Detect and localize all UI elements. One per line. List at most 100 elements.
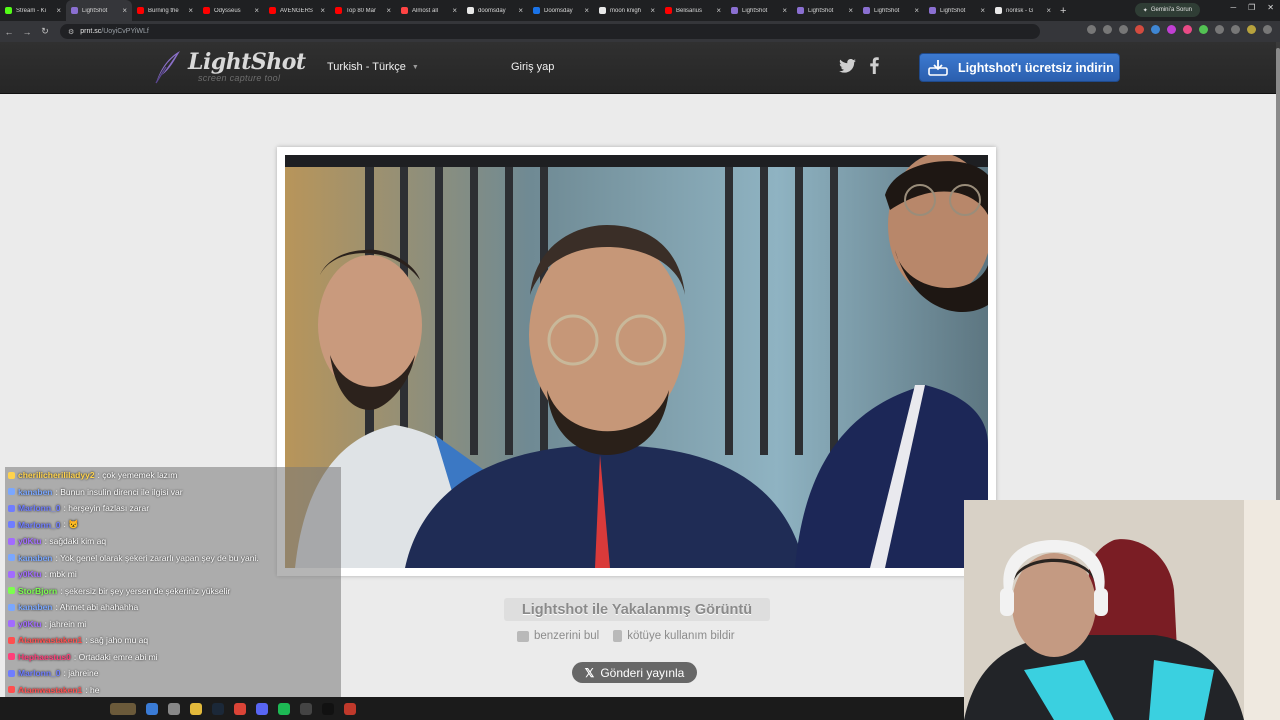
browser-tab[interactable]: Top 80 Mar ×	[330, 0, 396, 21]
steam-icon[interactable]	[212, 702, 224, 715]
browser-tab[interactable]: Almost all ×	[396, 0, 462, 21]
chat-badge-icon	[8, 686, 15, 694]
minimize-icon[interactable]: ─	[1230, 3, 1236, 12]
chat-username[interactable]: Marlonn_0	[18, 503, 61, 513]
tab-close-icon[interactable]: ×	[782, 6, 787, 15]
tab-close-icon[interactable]: ×	[1046, 6, 1051, 15]
login-link[interactable]: Giriş yap	[511, 61, 554, 73]
extension-icon[interactable]	[1183, 25, 1192, 34]
spotify-icon[interactable]	[278, 702, 290, 715]
close-icon[interactable]: ✕	[1267, 3, 1274, 12]
browser-tab[interactable]: AVENGERS ×	[264, 0, 330, 21]
extension-icon[interactable]	[1151, 25, 1160, 34]
tab-close-icon[interactable]: ×	[980, 6, 985, 15]
tab-close-icon[interactable]: ×	[56, 6, 61, 15]
browser-tab[interactable]: norilsk - G ×	[990, 0, 1056, 21]
puzzle-icon[interactable]	[1215, 25, 1224, 34]
gemini-button[interactable]: ✦ Gemini'a Sorun	[1134, 3, 1200, 17]
tab-close-icon[interactable]: ×	[254, 6, 259, 15]
extension-icon[interactable]	[1167, 25, 1176, 34]
maximize-icon[interactable]: ❐	[1248, 3, 1255, 12]
browser-tab[interactable]: LightShot ×	[924, 0, 990, 21]
back-icon[interactable]: ←	[0, 27, 18, 37]
chat-username[interactable]: y0Ktu	[18, 536, 42, 546]
language-select[interactable]: Turkish - Türkçe ▼	[327, 61, 419, 73]
browser-tab[interactable]: LightShot ×	[858, 0, 924, 21]
browser-tab[interactable]: Burning the ×	[132, 0, 198, 21]
browser-tab[interactable]: doomsday ×	[462, 0, 528, 21]
tab-close-icon[interactable]: ×	[320, 6, 325, 15]
site-info-icon[interactable]: ⚙	[68, 28, 74, 36]
url-input[interactable]: ⚙ prnt.sc/UoyiCvPYiWLf	[60, 24, 1040, 39]
tab-close-icon[interactable]: ×	[518, 6, 523, 15]
scrollbar-thumb[interactable]	[1276, 48, 1280, 518]
chat-username[interactable]: StorBjorn	[18, 586, 57, 596]
tab-close-icon[interactable]: ×	[584, 6, 589, 15]
new-tab-icon[interactable]: +	[1060, 5, 1066, 17]
discord-icon[interactable]	[256, 702, 268, 715]
browser-tab[interactable]: LightShot ×	[792, 0, 858, 21]
files-icon[interactable]	[190, 702, 202, 715]
extension-icon[interactable]	[1135, 25, 1144, 34]
twitter-icon[interactable]	[839, 58, 856, 73]
chat-username[interactable]: Hephaestus0	[18, 652, 71, 662]
tab-close-icon[interactable]: ×	[386, 6, 391, 15]
chat-username[interactable]: cherilicherililadyy2	[18, 470, 95, 480]
tab-title: Burning the	[148, 7, 179, 14]
tab-title: doomsday	[478, 7, 506, 14]
bookmark-icon[interactable]	[1119, 25, 1128, 34]
app-icon[interactable]	[344, 702, 356, 715]
cast-icon[interactable]	[1103, 25, 1112, 34]
gemini-label: Gemini'a Sorun	[1150, 7, 1192, 13]
weather-icon[interactable]	[110, 702, 136, 715]
tab-close-icon[interactable]: ×	[452, 6, 457, 15]
tab-close-icon[interactable]: ×	[650, 6, 655, 15]
browser-tab[interactable]: Belisarius ×	[660, 0, 726, 21]
sidebar-icon[interactable]	[1231, 25, 1240, 34]
tab-close-icon[interactable]: ×	[716, 6, 721, 15]
browser-tab[interactable]: moon knigh ×	[594, 0, 660, 21]
chat-username[interactable]: Marlonn_0	[18, 520, 61, 530]
browser-tab[interactable]: Stream - Ki ×	[0, 0, 66, 21]
browser-tab[interactable]: Odysseus ×	[198, 0, 264, 21]
tab-close-icon[interactable]: ×	[188, 6, 193, 15]
extension-icon[interactable]	[1199, 25, 1208, 34]
webcam-picture	[964, 500, 1280, 720]
tab-close-icon[interactable]: ×	[848, 6, 853, 15]
tab-title: Almost all	[412, 7, 439, 14]
browser-tab[interactable]: LightShot ×	[66, 0, 132, 21]
find-similar-link[interactable]: benzerini bul	[517, 630, 599, 642]
tab-favicon-icon	[797, 7, 804, 14]
chrome-icon[interactable]	[234, 702, 246, 715]
menu-icon[interactable]	[1263, 25, 1272, 34]
chat-username[interactable]: y0Ktu	[18, 619, 42, 629]
tab-title: LightShot	[82, 7, 108, 14]
zoom-icon[interactable]	[1087, 25, 1096, 34]
chat-username[interactable]: kanaben	[18, 553, 53, 563]
tab-title: Top 80 Mar	[346, 7, 377, 14]
chat-username[interactable]: Atamwastaken1	[18, 635, 82, 645]
chat-username[interactable]: y0Ktu	[18, 569, 42, 579]
browser-tab[interactable]: LightShot ×	[726, 0, 792, 21]
chat-username[interactable]: kanaben	[18, 602, 53, 612]
obs-icon[interactable]	[300, 702, 312, 715]
camera-icon	[517, 630, 529, 642]
tiktok-icon[interactable]	[322, 702, 334, 715]
forward-icon[interactable]: →	[18, 27, 36, 37]
reload-icon[interactable]: ↻	[36, 26, 54, 37]
chat-username[interactable]: Atamwastaken1	[18, 685, 82, 695]
browser-tab[interactable]: Doomsday ×	[528, 0, 594, 21]
chat-username[interactable]: kanaben	[18, 487, 53, 497]
tab-close-icon[interactable]: ×	[914, 6, 919, 15]
profile-avatar[interactable]	[1247, 25, 1256, 34]
facebook-icon[interactable]	[870, 57, 879, 74]
report-abuse-link[interactable]: kötüye kullanım bildir	[613, 630, 735, 642]
tweet-button[interactable]: 𝕏 Gönderi yayınla	[572, 662, 697, 683]
chat-username[interactable]: Marlonn_0	[18, 668, 61, 678]
download-button[interactable]: Lightshot'ı ücretsiz indirin	[919, 53, 1120, 82]
lightshot-logo[interactable]: LightShot screen capture tool	[152, 49, 306, 85]
tab-close-icon[interactable]: ×	[122, 6, 127, 15]
screenshot-image[interactable]	[285, 155, 988, 568]
start-icon[interactable]	[146, 702, 158, 715]
search-icon[interactable]	[168, 702, 180, 715]
